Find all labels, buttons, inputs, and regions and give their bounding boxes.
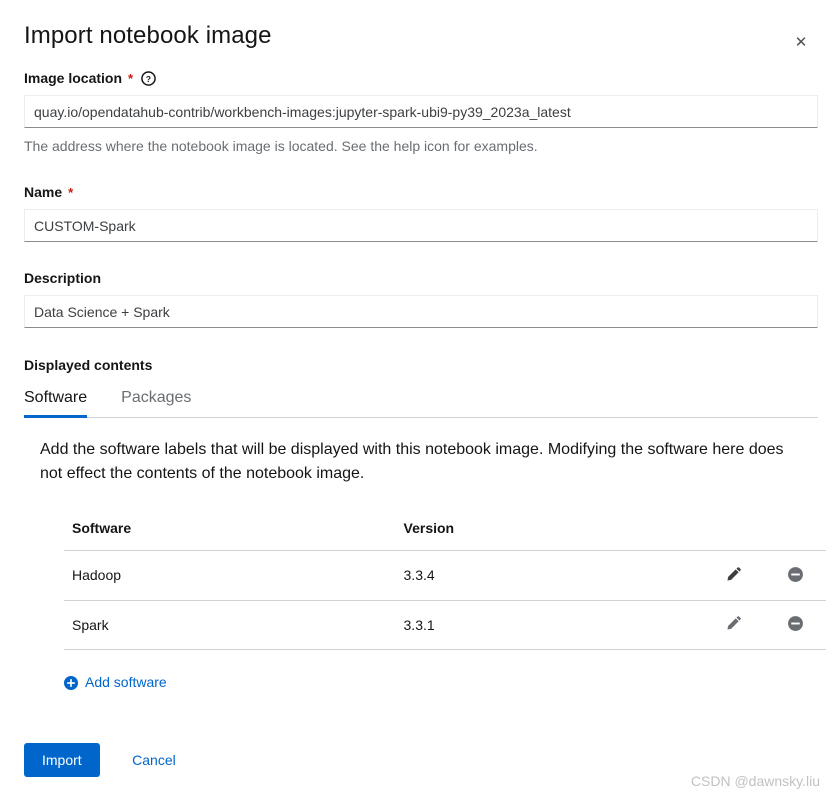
software-table: Software Version Hadoop 3.3.4	[64, 510, 826, 650]
image-location-label-text: Image location	[24, 68, 122, 88]
import-button[interactable]: Import	[24, 743, 100, 777]
add-software-label: Add software	[85, 672, 167, 692]
column-header-version: Version	[396, 510, 702, 551]
name-input[interactable]	[24, 209, 818, 242]
name-label-text: Name	[24, 182, 62, 202]
required-marker: *	[68, 186, 73, 200]
software-tab-description: Add the software labels that will be dis…	[40, 438, 800, 486]
description-label-text: Description	[24, 268, 101, 288]
minus-circle-icon[interactable]	[784, 613, 806, 635]
cell-software-name: Spark	[64, 600, 396, 650]
svg-text:?: ?	[146, 73, 151, 83]
name-label: Name *	[24, 182, 818, 202]
cancel-button[interactable]: Cancel	[118, 743, 190, 777]
form-area: Image location * ? The address where the…	[24, 68, 818, 695]
table-row: Hadoop 3.3.4	[64, 551, 826, 601]
tab-software[interactable]: Software	[24, 387, 105, 417]
description-label: Description	[24, 268, 818, 288]
required-marker: *	[128, 72, 133, 86]
cell-software-version: 3.3.4	[396, 551, 702, 601]
image-location-label: Image location * ?	[24, 68, 818, 88]
page-title: Import notebook image	[24, 20, 814, 52]
displayed-contents-label: Displayed contents	[24, 355, 818, 375]
field-name: Name *	[24, 182, 818, 242]
cell-software-version: 3.3.1	[396, 600, 702, 650]
add-software-button[interactable]: Add software	[64, 672, 167, 692]
description-input[interactable]	[24, 295, 818, 328]
table-row: Spark 3.3.1	[64, 600, 826, 650]
import-notebook-image-dialog: Import notebook image ✕ Image location *…	[0, 0, 838, 798]
watermark-text: CSDN @dawnsky.liu	[691, 772, 820, 790]
image-location-helper-text: The address where the notebook image is …	[24, 136, 818, 156]
image-location-input[interactable]	[24, 95, 818, 128]
field-image-location: Image location * ? The address where the…	[24, 68, 818, 156]
plus-circle-icon	[64, 675, 78, 689]
cell-software-name: Hadoop	[64, 551, 396, 601]
column-header-software: Software	[64, 510, 396, 551]
tab-packages[interactable]: Packages	[105, 387, 207, 417]
pencil-icon[interactable]	[722, 613, 744, 635]
displayed-contents-tabs: Software Packages	[24, 385, 818, 418]
dialog-footer: Import Cancel	[24, 743, 190, 777]
dialog-header: Import notebook image ✕	[24, 20, 814, 60]
field-description: Description	[24, 268, 818, 328]
column-header-remove	[765, 510, 826, 551]
minus-circle-icon[interactable]	[784, 563, 806, 585]
column-header-edit	[702, 510, 765, 551]
close-icon[interactable]: ✕	[788, 30, 814, 56]
table-header-row: Software Version	[64, 510, 826, 551]
pencil-icon[interactable]	[722, 563, 744, 585]
displayed-contents-section: Displayed contents Software Packages Add…	[24, 355, 818, 695]
help-circle-icon[interactable]: ?	[141, 71, 156, 86]
